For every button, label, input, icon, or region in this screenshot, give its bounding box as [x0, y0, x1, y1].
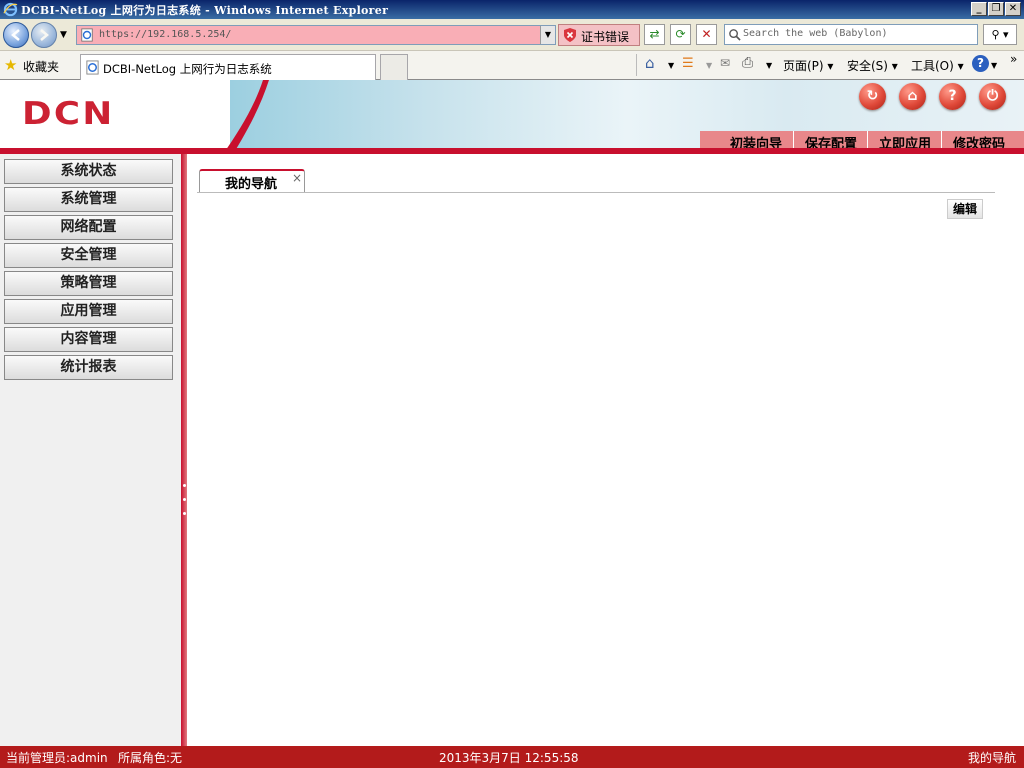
- sidebar: 系统状态 系统管理 网络配置 安全管理 策略管理 应用管理 内容管理 统计报表: [0, 154, 181, 746]
- page-icon: [81, 28, 93, 42]
- mail-icon[interactable]: ✉: [720, 56, 730, 70]
- edit-button[interactable]: 编辑: [947, 199, 983, 219]
- favorites-button[interactable]: 收藏夹: [23, 58, 59, 75]
- refresh-button[interactable]: ⟳: [670, 24, 691, 45]
- tab-title: DCBI-NetLog 上网行为日志系统: [103, 62, 272, 76]
- search-placeholder: Search the web (Babylon): [743, 28, 888, 39]
- home-icon[interactable]: ⌂: [645, 54, 655, 72]
- current-location: 我的导航: [968, 751, 1017, 765]
- sidebar-item-reports[interactable]: 统计报表: [4, 355, 173, 380]
- dcn-logo: DCN: [22, 96, 115, 132]
- safety-menu-label: 安全(S): [847, 59, 888, 73]
- magnifier-icon: ⚲ ▾: [991, 28, 1009, 41]
- home-dropdown-icon[interactable]: ▼: [668, 61, 674, 70]
- ie-logo-icon: [3, 2, 18, 17]
- help-icon[interactable]: ?: [939, 83, 966, 110]
- print-dropdown-icon[interactable]: ▼: [766, 61, 772, 70]
- certificate-error-label: 证书错误: [581, 30, 630, 44]
- forward-arrow-icon: [40, 29, 49, 41]
- sidebar-item-network-config[interactable]: 网络配置: [4, 215, 173, 240]
- help-dropdown-icon[interactable]: ▼: [991, 61, 997, 70]
- tools-menu-label: 工具(O): [911, 59, 954, 73]
- status-bar: 当前管理员:admin 所属角色:无 2013年3月7日 12:55:58 我的…: [0, 746, 1024, 768]
- address-url: https://192.168.5.254/: [99, 29, 232, 40]
- close-icon[interactable]: ×: [292, 171, 302, 185]
- chevron-more-icon[interactable]: »: [1010, 52, 1017, 66]
- search-go-button[interactable]: ⚲ ▾: [983, 24, 1017, 45]
- new-tab-button[interactable]: [380, 54, 408, 80]
- certificate-error-button[interactable]: 证书错误: [558, 24, 640, 46]
- print-icon[interactable]: ⎙: [742, 55, 753, 71]
- browser-tab-active[interactable]: DCBI-NetLog 上网行为日志系统: [80, 54, 376, 80]
- sidebar-item-security[interactable]: 安全管理: [4, 243, 173, 268]
- tab-underline: [197, 192, 995, 193]
- window-title: DCBI-NetLog 上网行为日志系统 - Windows Internet …: [21, 4, 389, 17]
- forward-button[interactable]: [31, 22, 57, 48]
- stop-button[interactable]: ✕: [696, 24, 717, 45]
- page-menu[interactable]: 页面(P) ▾: [783, 57, 833, 74]
- splitter-grip-dot: [183, 512, 186, 515]
- address-toolbar: ▼ https://192.168.5.254/ ▼ 证书错误 ⇄ ⟳ ✕ Se…: [0, 19, 1024, 51]
- sidebar-item-policy[interactable]: 策略管理: [4, 271, 173, 296]
- search-input[interactable]: Search the web (Babylon): [724, 24, 978, 45]
- tools-menu[interactable]: 工具(O) ▾: [911, 57, 964, 74]
- address-field[interactable]: https://192.168.5.254/ ▼: [76, 25, 556, 45]
- address-dropdown-icon[interactable]: ▼: [540, 26, 555, 44]
- logout-icon[interactable]: ⏻: [979, 83, 1006, 110]
- refresh-arrows-icon: ⟳: [675, 27, 686, 41]
- header-swoosh: [223, 80, 269, 154]
- stop-icon: ✕: [701, 27, 712, 41]
- compat-icon: ⇄: [649, 27, 660, 41]
- current-admin: 当前管理员:admin: [6, 751, 108, 765]
- compatibility-view-button[interactable]: ⇄: [644, 24, 665, 45]
- help-icon[interactable]: ?: [972, 55, 989, 72]
- app-header: DCN ↻ ⌂ ? ⏻ 初装向导 保存配置 立即应用 修改密码: [0, 80, 1024, 154]
- tab-label: 我的导航: [225, 177, 278, 192]
- tab-ie-icon: [86, 60, 99, 75]
- sidebar-item-content[interactable]: 内容管理: [4, 327, 173, 352]
- tab-my-navigation[interactable]: 我的导航 ×: [199, 169, 305, 193]
- sidebar-item-system-management[interactable]: 系统管理: [4, 187, 173, 212]
- splitter-grip-dot: [183, 484, 186, 487]
- search-icon: [729, 29, 741, 41]
- favorites-bar: ★ 收藏夹 DCBI-NetLog 上网行为日志系统 ⌂ ▼ ☰ ▼ ✉ ⎙ ▼…: [0, 51, 1024, 80]
- back-arrow-icon: [11, 29, 20, 41]
- sidebar-item-application[interactable]: 应用管理: [4, 299, 173, 324]
- refresh-icon[interactable]: ↻: [859, 83, 886, 110]
- close-window-button[interactable]: ✕: [1005, 2, 1021, 16]
- rss-feed-icon[interactable]: ☰: [682, 56, 694, 71]
- safety-menu[interactable]: 安全(S) ▾: [847, 57, 898, 74]
- home-icon[interactable]: ⌂: [899, 83, 926, 110]
- splitter-grip-dot: [183, 498, 186, 501]
- history-dropdown-icon[interactable]: ▼: [60, 30, 67, 40]
- page-menu-label: 页面(P): [783, 59, 824, 73]
- user-role: 所属角色:无: [118, 751, 183, 765]
- feed-dropdown-icon[interactable]: ▼: [706, 61, 712, 70]
- toolbar-divider: [636, 54, 637, 76]
- sidebar-item-system-status[interactable]: 系统状态: [4, 159, 173, 184]
- back-button[interactable]: [3, 22, 29, 48]
- shield-error-icon: [564, 28, 576, 42]
- datetime: 2013年3月7日 12:55:58: [439, 751, 579, 765]
- maximize-button[interactable]: ❐: [988, 2, 1004, 16]
- main-content: 我的导航 × 编辑: [187, 154, 1024, 746]
- window-titlebar: DCBI-NetLog 上网行为日志系统 - Windows Internet …: [0, 0, 1024, 19]
- minimize-button[interactable]: _: [971, 2, 987, 16]
- favorites-star-icon[interactable]: ★: [4, 56, 17, 74]
